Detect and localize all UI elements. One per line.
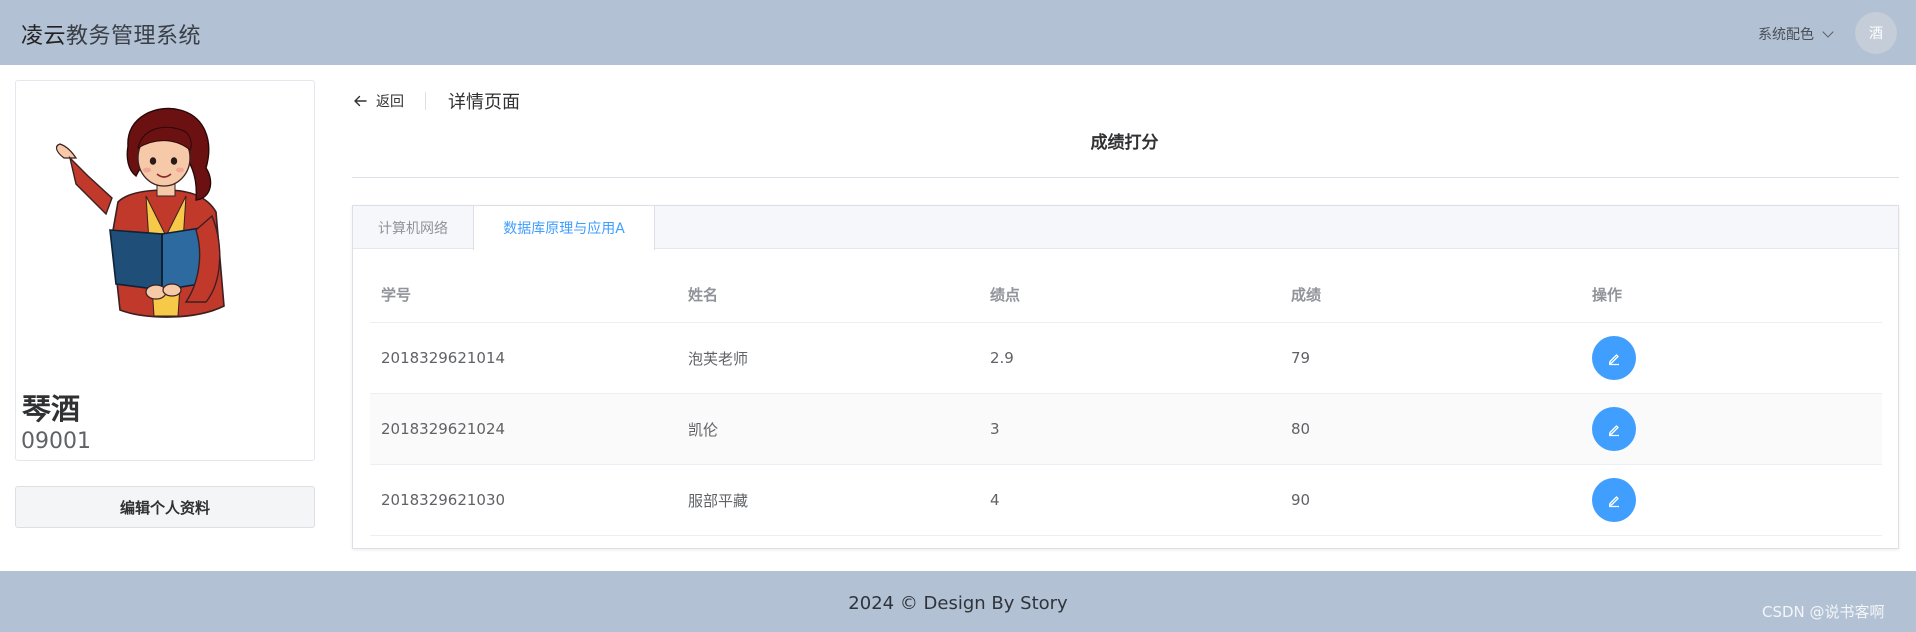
score-cell: 79 bbox=[1291, 349, 1311, 367]
footer: 2024 © Design By Story CSDN @说书客啊 bbox=[0, 571, 1916, 632]
section-divider bbox=[352, 177, 1899, 178]
score-cell: 90 bbox=[1291, 491, 1311, 509]
avatar-text: 酒 bbox=[1869, 26, 1883, 42]
profile-id: 09001 bbox=[21, 429, 91, 454]
score-cell: 80 bbox=[1291, 420, 1311, 438]
header-divider bbox=[425, 92, 426, 110]
column-header: 绩点 bbox=[990, 285, 1021, 304]
tab-database-principles[interactable]: 数据库原理与应用A bbox=[473, 206, 655, 250]
table-header-row: 学号 姓名 绩点 成绩 操作 bbox=[370, 266, 1882, 323]
edit-pen-icon bbox=[1608, 354, 1619, 366]
edit-pen-icon bbox=[1608, 496, 1619, 508]
operation-cell bbox=[1592, 323, 1636, 393]
table-row: 2018329621030 服部平藏 4 90 bbox=[370, 465, 1882, 536]
operation-cell bbox=[1592, 394, 1636, 464]
back-button[interactable]: 返回 bbox=[352, 91, 404, 111]
app-title-rest: 教务管理系统 bbox=[66, 24, 202, 49]
user-avatar[interactable]: 酒 bbox=[1855, 12, 1897, 54]
arrow-left-icon bbox=[354, 95, 367, 107]
profile-name: 琴酒 bbox=[22, 392, 81, 426]
app-title-lead: 凌云 bbox=[21, 24, 67, 49]
tab-computer-network[interactable]: 计算机网络 bbox=[353, 206, 473, 249]
section-title: 成绩打分 bbox=[1090, 133, 1159, 153]
table-row: 2018329621014 泡芙老师 2.9 79 bbox=[370, 323, 1882, 394]
gpa-cell: 3 bbox=[990, 420, 1000, 438]
edit-score-button[interactable] bbox=[1592, 407, 1636, 451]
student-id-cell: 2018329621014 bbox=[381, 349, 506, 367]
student-name-cell: 泡芙老师 bbox=[688, 349, 749, 368]
operation-cell bbox=[1592, 465, 1636, 535]
student-id-cell: 2018329621024 bbox=[381, 420, 506, 438]
theme-color-menu[interactable]: 系统配色 bbox=[1758, 24, 1834, 44]
edit-score-button[interactable] bbox=[1592, 478, 1636, 522]
student-id-cell: 2018329621030 bbox=[381, 491, 506, 509]
student-name-cell: 服部平藏 bbox=[688, 491, 749, 510]
theme-color-label: 系统配色 bbox=[1758, 27, 1814, 43]
column-header: 操作 bbox=[1592, 285, 1623, 304]
top-bar: 凌云教务管理系统 系统配色 酒 bbox=[0, 0, 1916, 65]
course-tabs-card: 计算机网络 数据库原理与应用A 学号 姓名 绩点 成绩 操作 201832962… bbox=[352, 205, 1899, 549]
app-title: 凌云教务管理系统 bbox=[21, 18, 201, 50]
table-row: 2018329621024 凯伦 3 80 bbox=[370, 394, 1882, 465]
column-header: 姓名 bbox=[688, 285, 719, 304]
page-title: 详情页面 bbox=[448, 92, 520, 113]
edit-score-button[interactable] bbox=[1592, 336, 1636, 380]
column-header: 学号 bbox=[381, 285, 412, 304]
student-name-cell: 凯伦 bbox=[688, 420, 719, 439]
edit-profile-button[interactable]: 编辑个人资料 bbox=[15, 486, 315, 528]
page-header: 返回 详情页面 bbox=[352, 88, 520, 114]
tabs-header: 计算机网络 数据库原理与应用A bbox=[353, 206, 1898, 250]
watermark: CSDN @说书客啊 bbox=[1762, 603, 1885, 621]
edit-pen-icon bbox=[1608, 425, 1619, 437]
back-label: 返回 bbox=[376, 94, 404, 110]
gpa-cell: 4 bbox=[990, 491, 1000, 509]
gpa-cell: 2.9 bbox=[990, 349, 1014, 367]
column-header: 成绩 bbox=[1291, 285, 1322, 304]
profile-card: 琴酒 09001 bbox=[15, 80, 315, 461]
footer-text: 2024 © Design By Story bbox=[848, 593, 1068, 614]
teacher-illustration bbox=[55, 107, 225, 318]
chevron-down-icon bbox=[1822, 26, 1834, 38]
